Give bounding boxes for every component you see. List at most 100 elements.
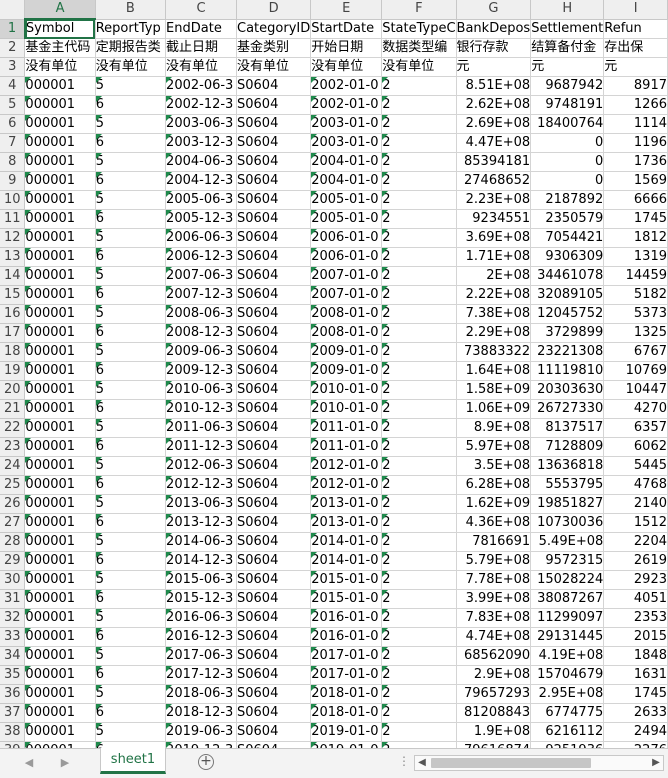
cell-c3[interactable]: 没有单位: [165, 57, 237, 77]
cell-b15[interactable]: 6: [95, 285, 167, 305]
row-header[interactable]: 35: [0, 665, 26, 685]
cell-e33[interactable]: 2016-01-0: [310, 627, 383, 647]
cell-d26[interactable]: S0604: [236, 494, 312, 514]
cell-d5[interactable]: S0604: [236, 95, 312, 115]
cell-a21[interactable]: 000001: [24, 399, 96, 419]
cell-d13[interactable]: S0604: [236, 247, 312, 267]
cell-e25[interactable]: 2012-01-0: [310, 475, 383, 495]
cell-f29[interactable]: 2: [381, 551, 457, 571]
cell-b36[interactable]: 5: [95, 684, 167, 704]
cell-b13[interactable]: 6: [95, 247, 167, 267]
cell-g12[interactable]: 3.69E+08: [456, 228, 532, 248]
cell-a20[interactable]: 000001: [24, 380, 96, 400]
cell-b4[interactable]: 5: [95, 76, 167, 96]
cell-c7[interactable]: 2003-12-3: [165, 133, 237, 153]
cell-a27[interactable]: 000001: [24, 513, 96, 533]
row-header[interactable]: 26: [0, 494, 26, 514]
cell-i32[interactable]: 2353: [603, 608, 668, 628]
cell-c27[interactable]: 2013-12-3: [165, 513, 237, 533]
cell-f18[interactable]: 2: [381, 342, 457, 362]
cell-g5[interactable]: 2.62E+08: [456, 95, 532, 115]
cell-e11[interactable]: 2005-01-0: [310, 209, 383, 229]
cell-a17[interactable]: 000001: [24, 323, 96, 343]
column-header-b[interactable]: B: [95, 0, 167, 20]
cell-i19[interactable]: 10769: [603, 361, 668, 381]
row-header[interactable]: 28: [0, 532, 26, 552]
cell-b12[interactable]: 5: [95, 228, 167, 248]
cell-d6[interactable]: S0604: [236, 114, 312, 134]
cell-a32[interactable]: 000001: [24, 608, 96, 628]
row-header[interactable]: 23: [0, 437, 26, 457]
cell-i6[interactable]: 1114: [603, 114, 668, 134]
cell-e34[interactable]: 2017-01-0: [310, 646, 383, 666]
cell-e24[interactable]: 2012-01-0: [310, 456, 383, 476]
cell-h14[interactable]: 34461078: [530, 266, 605, 286]
row-header[interactable]: 7: [0, 133, 26, 153]
cell-f24[interactable]: 2: [381, 456, 457, 476]
cell-f33[interactable]: 2: [381, 627, 457, 647]
horizontal-scrollbar[interactable]: ◀ ▶: [414, 755, 664, 771]
cell-i31[interactable]: 4051: [603, 589, 668, 609]
prev-sheet-icon[interactable]: ◀: [22, 756, 36, 769]
cell-d8[interactable]: S0604: [236, 152, 312, 172]
cell-h12[interactable]: 7054421: [530, 228, 605, 248]
cell-g35[interactable]: 2.9E+08: [456, 665, 532, 685]
row-header[interactable]: 31: [0, 589, 26, 609]
cell-i4[interactable]: 8917: [603, 76, 668, 96]
cell-e29[interactable]: 2014-01-0: [310, 551, 383, 571]
cell-b31[interactable]: 6: [95, 589, 167, 609]
cell-a9[interactable]: 000001: [24, 171, 96, 191]
cell-i1[interactable]: Refun: [603, 19, 668, 39]
row-header[interactable]: 24: [0, 456, 26, 476]
row-header[interactable]: 2: [0, 38, 26, 58]
cell-g22[interactable]: 8.9E+08: [456, 418, 532, 438]
cell-e4[interactable]: 2002-01-0: [310, 76, 383, 96]
cell-c17[interactable]: 2008-12-3: [165, 323, 237, 343]
row-header[interactable]: 37: [0, 703, 26, 723]
row-header[interactable]: 25: [0, 475, 26, 495]
cell-f10[interactable]: 2: [381, 190, 457, 210]
cell-b22[interactable]: 5: [95, 418, 167, 438]
cell-e15[interactable]: 2007-01-0: [310, 285, 383, 305]
cell-b25[interactable]: 6: [95, 475, 167, 495]
cell-a10[interactable]: 000001: [24, 190, 96, 210]
cell-g10[interactable]: 2.23E+08: [456, 190, 532, 210]
cell-i25[interactable]: 4768: [603, 475, 668, 495]
row-header[interactable]: 30: [0, 570, 26, 590]
cell-g32[interactable]: 7.83E+08: [456, 608, 532, 628]
cell-a5[interactable]: 000001: [24, 95, 96, 115]
cell-i27[interactable]: 1512: [603, 513, 668, 533]
cell-a26[interactable]: 000001: [24, 494, 96, 514]
cell-d3[interactable]: 没有单位: [236, 57, 312, 77]
cell-i15[interactable]: 5182: [603, 285, 668, 305]
cell-a12[interactable]: 000001: [24, 228, 96, 248]
cell-f31[interactable]: 2: [381, 589, 457, 609]
cell-d37[interactable]: S0604: [236, 703, 312, 723]
row-header[interactable]: 4: [0, 76, 26, 96]
cell-h2[interactable]: 结算备付金: [530, 38, 605, 58]
row-header[interactable]: 8: [0, 152, 26, 172]
row-header[interactable]: 15: [0, 285, 26, 305]
cell-d35[interactable]: S0604: [236, 665, 312, 685]
cell-c34[interactable]: 2017-06-3: [165, 646, 237, 666]
cell-h20[interactable]: 20303630: [530, 380, 605, 400]
cell-a4[interactable]: 000001: [24, 76, 96, 96]
cell-a28[interactable]: 000001: [24, 532, 96, 552]
cell-d33[interactable]: S0604: [236, 627, 312, 647]
cell-c16[interactable]: 2008-06-3: [165, 304, 237, 324]
cell-d28[interactable]: S0604: [236, 532, 312, 552]
cell-i2[interactable]: 存出保: [603, 38, 668, 58]
cell-f9[interactable]: 2: [381, 171, 457, 191]
row-header[interactable]: 5: [0, 95, 26, 115]
cell-d23[interactable]: S0604: [236, 437, 312, 457]
cell-a2[interactable]: 基金主代码: [24, 38, 96, 58]
cell-i8[interactable]: 1736: [603, 152, 668, 172]
cell-c10[interactable]: 2005-06-3: [165, 190, 237, 210]
cell-a8[interactable]: 000001: [24, 152, 96, 172]
cell-i7[interactable]: 1196: [603, 133, 668, 153]
row-header[interactable]: 14: [0, 266, 26, 286]
row-header[interactable]: 32: [0, 608, 26, 628]
cell-a22[interactable]: 000001: [24, 418, 96, 438]
cell-i36[interactable]: 1745: [603, 684, 668, 704]
cell-c25[interactable]: 2012-12-3: [165, 475, 237, 495]
